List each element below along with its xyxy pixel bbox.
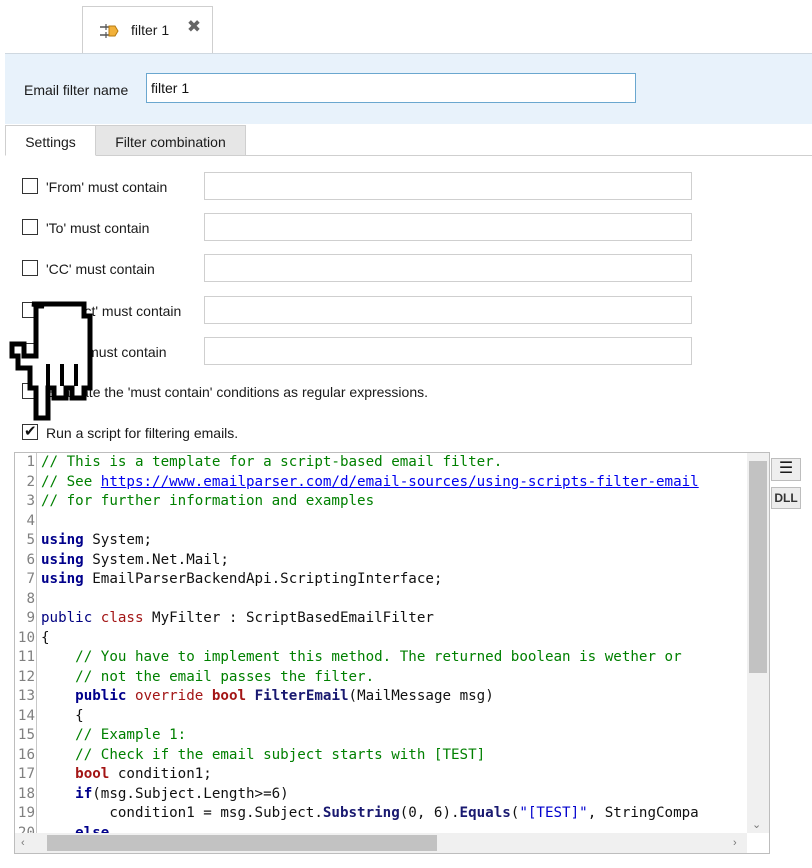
document-tab-filter-1[interactable]: filter 1 ✖ <box>82 6 213 53</box>
docs-link[interactable]: https://www.emailparser.com/d/email-sour… <box>101 474 699 490</box>
code-line: 20 else <box>15 823 747 833</box>
to-contains-label: 'To' must contain <box>46 220 150 236</box>
code-line: 3// for further information and examples <box>15 492 747 512</box>
from-contains-checkbox[interactable] <box>22 178 38 194</box>
cc-contains-label: 'CC' must contain <box>46 261 155 277</box>
code-line: 5 using System; <box>15 531 747 551</box>
run-script-label: Run a script for filtering emails. <box>46 425 239 441</box>
code-line: 9 public class MyFilter : ScriptBasedEmai… <box>15 609 747 629</box>
document-tab-label: filter 1 <box>131 22 170 38</box>
body-contains-input[interactable] <box>204 337 692 365</box>
scroll-right-icon[interactable]: › <box>733 837 737 849</box>
vertical-scroll-thumb[interactable] <box>749 461 767 673</box>
dll-button[interactable]: DLL <box>771 487 801 509</box>
from-contains-input[interactable] <box>204 172 692 200</box>
filter-name-label: Email filter name <box>24 82 129 98</box>
code-line: 14 { <box>15 706 747 726</box>
code-line: 15 // Example 1: <box>15 726 747 746</box>
horizontal-scroll-thumb[interactable] <box>47 835 437 851</box>
code-line: 10{ <box>15 628 747 648</box>
code-line: 16 // Check if the email subject starts … <box>15 745 747 765</box>
code-area[interactable]: 1// This is a template for a script-base… <box>15 453 747 833</box>
code-line: 4 <box>15 511 747 531</box>
code-line: 6 using System.Net.Mail; <box>15 550 747 570</box>
to-contains-input[interactable] <box>204 213 692 241</box>
editor-horizontal-scrollbar[interactable]: ‹ › <box>15 833 747 853</box>
cc-contains-checkbox[interactable] <box>22 260 38 276</box>
code-line: 8 <box>15 589 747 609</box>
from-contains-label: 'From' must contain <box>46 179 168 195</box>
filter-name-input[interactable] <box>146 73 636 103</box>
scroll-down-icon[interactable]: ⌄ <box>752 819 761 831</box>
code-line: 1// This is a template for a script-base… <box>15 453 747 473</box>
script-editor[interactable]: 1// This is a template for a script-base… <box>14 452 770 854</box>
code-line: 2// See https://www.emailparser.com/d/em… <box>15 472 747 492</box>
tab-filter-combination[interactable]: Filter combination <box>96 125 246 156</box>
subject-contains-input[interactable] <box>204 296 692 324</box>
code-line: 18 if(msg.Subject.Length>=6) <box>15 784 747 804</box>
editor-vertical-scrollbar[interactable]: ⌄ <box>747 453 769 833</box>
run-script-checkbox[interactable] <box>22 422 38 440</box>
code-line: 17 bool condition1; <box>15 765 747 785</box>
hand-cursor-icon <box>9 301 93 421</box>
hamburger-menu-icon: ☰ <box>778 460 794 477</box>
filter-arrows-icon <box>100 24 119 38</box>
script-menu-button[interactable]: ☰ <box>771 458 801 481</box>
scroll-left-icon[interactable]: ‹ <box>21 837 25 849</box>
code-line: 13 public override bool FilterEmail(Mail… <box>15 687 747 707</box>
tab-settings[interactable]: Settings <box>5 125 96 156</box>
to-contains-checkbox[interactable] <box>22 219 38 235</box>
code-line: 7 using EmailParserBackendApi.ScriptingIn… <box>15 570 747 590</box>
regex-label: Evaluate the 'must contain' conditions a… <box>46 384 428 400</box>
code-line: 19 condition1 = msg.Subject.Substring(0,… <box>15 804 747 824</box>
close-icon[interactable]: ✖ <box>186 18 202 35</box>
cc-contains-input[interactable] <box>204 254 692 282</box>
code-line: 12 // not the email passes the filter. <box>15 667 747 687</box>
code-line: 11 // You have to implement this method.… <box>15 648 747 668</box>
